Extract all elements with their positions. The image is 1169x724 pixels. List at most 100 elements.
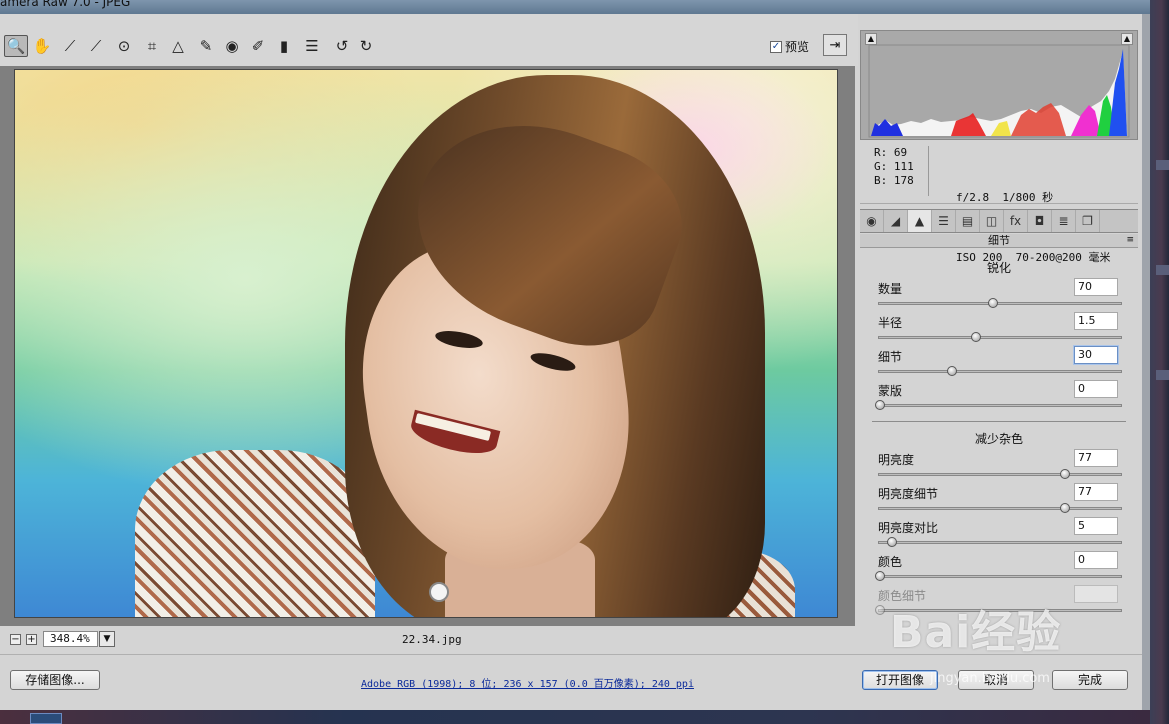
snapshots-tab-icon[interactable]: ❐	[1076, 210, 1100, 232]
section-header: 细节 ≡	[860, 234, 1138, 248]
taskbar	[0, 710, 1150, 724]
slider-thumb[interactable]	[887, 537, 897, 547]
red-eye-tool-icon[interactable]: ◉	[220, 35, 244, 57]
panel-tabs: ◉ ◢ ▲ ☰ ▤ ◫ fx ◘ ≣ ❐	[860, 209, 1138, 233]
window-title-bar: amera Raw 7.0 - JPEG	[0, 0, 1150, 14]
slider-track[interactable]	[878, 370, 1122, 373]
slider-value-field[interactable]: 70	[1074, 278, 1118, 296]
slider-track[interactable]	[878, 541, 1122, 544]
slider-thumb[interactable]	[1059, 469, 1070, 479]
save-image-button[interactable]: 存储图像...	[10, 670, 100, 690]
split-toning-tab-icon[interactable]: ▤	[956, 210, 980, 232]
targeted-adjustment-tool-icon[interactable]: ⊙	[112, 35, 136, 57]
blue-value: B: 178	[874, 174, 914, 187]
white-balance-tool-icon[interactable]: ⟋	[58, 35, 82, 57]
slider-label: 明亮度对比	[878, 521, 939, 535]
slider-value-field[interactable]: 77	[1074, 483, 1118, 501]
green-value: G: 111	[874, 160, 914, 173]
camera-raw-dialog: 🔍 ✋ ⟋ ⟋ ⊙ ⌗ △ ✎ ◉ ✐ ▮ ☰ ↺ ↻ ✓ 预览 ⇥ − + 348.4% ▼ 22.34…	[0, 14, 1150, 710]
slider-value-field[interactable]: 30	[1074, 346, 1118, 364]
info-divider	[928, 146, 929, 196]
slider-track[interactable]	[878, 507, 1122, 510]
slider-thumb[interactable]	[1059, 503, 1070, 513]
slider-track[interactable]	[878, 575, 1122, 578]
slider-label: 半径	[878, 316, 903, 330]
zoom-in-button[interactable]: +	[26, 634, 37, 645]
open-image-button[interactable]: 打开图像	[862, 670, 938, 690]
slider-thumb[interactable]	[875, 571, 885, 581]
zoom-dropdown-icon[interactable]: ▼	[99, 631, 115, 647]
slider-value-field[interactable]	[1074, 585, 1118, 603]
image-info: R: 69 G: 111 B: 178 f/2.8 1/800 秒 ISO 20…	[860, 142, 1138, 264]
panel-menu-icon[interactable]: ≡	[1126, 234, 1134, 247]
slider-value-field[interactable]: 0	[1074, 551, 1118, 569]
slider-label: 数量	[878, 282, 903, 296]
crop-tool-icon[interactable]: ⌗	[140, 35, 164, 57]
tone-curve-tab-icon[interactable]: ◢	[884, 210, 908, 232]
rotate-right-icon[interactable]: ↻	[354, 35, 378, 57]
slider-thumb[interactable]	[875, 400, 885, 410]
graduated-filter-icon[interactable]: ▮	[272, 35, 296, 57]
adjustment-brush-icon[interactable]: ✐	[246, 35, 270, 57]
histogram-graph	[868, 44, 1130, 138]
slider-value-field[interactable]: 5	[1074, 517, 1118, 535]
slider-thumb[interactable]	[875, 605, 885, 615]
preview-checkbox[interactable]: ✓	[770, 40, 782, 53]
slider-row: 颜色 0	[875, 551, 1122, 585]
slider-value-field[interactable]: 0	[1074, 380, 1118, 398]
straighten-tool-icon[interactable]: △	[166, 35, 190, 57]
rotate-left-icon[interactable]: ↺	[330, 35, 354, 57]
slider-label: 明亮度细节	[878, 487, 939, 501]
cancel-button[interactable]: 取消	[958, 670, 1034, 690]
preferences-icon[interactable]: ☰	[300, 35, 324, 57]
preview-label: 预览	[785, 40, 810, 54]
presets-tab-icon[interactable]: ≣	[1052, 210, 1076, 232]
taskbar-app-icon[interactable]	[30, 713, 62, 724]
zoom-level-field[interactable]: 348.4%	[43, 631, 98, 647]
group-divider	[872, 421, 1126, 422]
aperture-shutter: f/2.8 1/800 秒	[956, 191, 1054, 204]
photo-shirt	[135, 450, 375, 617]
spot-removal-tool-icon[interactable]: ✎	[194, 35, 218, 57]
shadow-clipping-icon[interactable]: ▲	[865, 33, 877, 45]
desktop-strip-mark	[1156, 265, 1169, 275]
slider-track[interactable]	[878, 302, 1122, 305]
zoom-bar: − + 348.4% ▼ 22.34.jpg	[0, 626, 858, 654]
highlight-clipping-icon[interactable]: ▲	[1121, 33, 1133, 45]
workflow-options-link[interactable]: Adobe RGB (1998); 8 位; 236 x 157 (0.0 百万…	[361, 675, 694, 690]
window-title: amera Raw 7.0 - JPEG	[0, 0, 131, 9]
image-canvas[interactable]	[0, 66, 855, 626]
done-button[interactable]: 完成	[1052, 670, 1128, 690]
slider-row: 明亮度对比 5	[878, 517, 1122, 551]
lens-corrections-tab-icon[interactable]: ◫	[980, 210, 1004, 232]
preview-toggle[interactable]: ✓ 预览	[770, 38, 809, 55]
zoom-tool-icon[interactable]: 🔍	[4, 35, 28, 57]
zoom-out-button[interactable]: −	[10, 634, 21, 645]
slider-value-field[interactable]: 1.5	[1074, 312, 1118, 330]
slider-row: 蒙版 0	[875, 380, 1122, 414]
camera-calibration-tab-icon[interactable]: ◘	[1028, 210, 1052, 232]
hand-tool-icon[interactable]: ✋	[30, 35, 54, 57]
fullscreen-toggle-icon[interactable]: ⇥	[823, 34, 847, 56]
noise-reduction-title: 减少杂色	[974, 432, 1023, 446]
desktop-strip-mark	[1156, 160, 1169, 170]
hsl-tab-icon[interactable]: ☰	[932, 210, 956, 232]
slider-row: 数量 70	[878, 278, 1122, 312]
slider-thumb[interactable]	[971, 332, 981, 342]
detail-tab-icon[interactable]: ▲	[908, 210, 932, 232]
slider-value-field[interactable]: 77	[1074, 449, 1118, 467]
slider-thumb[interactable]	[947, 366, 957, 376]
slider-track[interactable]	[878, 404, 1122, 407]
slider-track[interactable]	[878, 336, 1122, 339]
basic-tab-icon[interactable]: ◉	[860, 210, 884, 232]
slider-row: 半径 1.5	[878, 312, 1122, 346]
slider-track[interactable]	[878, 609, 1122, 612]
red-value: R: 69	[874, 146, 908, 159]
color-sampler-tool-icon[interactable]: ⟋	[84, 35, 108, 57]
slider-track[interactable]	[878, 473, 1122, 476]
effects-tab-icon[interactable]: fx	[1004, 210, 1028, 232]
slider-thumb[interactable]	[987, 298, 998, 308]
slider-row: 明亮度细节 77	[878, 483, 1122, 517]
section-title: 细节	[988, 234, 1010, 247]
photo-preview[interactable]	[14, 69, 838, 618]
